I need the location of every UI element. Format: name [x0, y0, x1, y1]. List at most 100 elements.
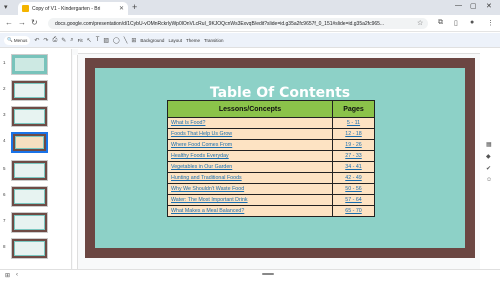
slide-thumbnail[interactable] — [11, 54, 48, 75]
undo-icon[interactable]: ↶ — [34, 37, 39, 44]
bookmark-star-icon[interactable]: ☆ — [417, 19, 423, 27]
calendar-icon[interactable]: ▦ — [486, 141, 492, 148]
menus-search-button[interactable]: 🔍 Menus — [4, 35, 31, 45]
table-row: Foods That Help Us Grow 12 - 18 — [167, 128, 375, 140]
image-icon[interactable]: ▨ — [103, 37, 109, 44]
sidepanel-icon[interactable]: ▯ — [454, 19, 458, 27]
thumbnail-row[interactable]: 1 — [0, 53, 72, 76]
maximize-icon[interactable]: ▢ — [470, 2, 477, 10]
slide-thumbnail[interactable] — [11, 238, 48, 259]
tasks-icon[interactable]: ✔ — [486, 165, 491, 172]
paint-format-icon[interactable]: ✎ — [61, 37, 66, 44]
profile-avatar-icon[interactable]: ● — [470, 19, 474, 26]
comment-icon[interactable]: ⊞ — [131, 37, 136, 44]
thumbnail-row-selected[interactable]: 4 — [0, 131, 72, 154]
tab-close-icon[interactable]: ✕ — [119, 5, 124, 12]
shape-icon[interactable]: ◯ — [113, 37, 120, 44]
new-tab-icon[interactable]: + — [132, 2, 137, 13]
lesson-link[interactable]: Healthy Foods Everyday — [167, 150, 333, 162]
slides-toolbar: 🔍 Menus ↶ ↷ ⎙ ✎ ⌕ Fit ↖ T ▨ ◯ ╲ ⊞ Backgr… — [0, 33, 500, 48]
pages-link[interactable]: 57 - 64 — [332, 194, 375, 206]
pages-link[interactable]: 42 - 49 — [332, 172, 375, 184]
redo-icon[interactable]: ↷ — [43, 37, 48, 44]
pages-link[interactable]: 27 - 33 — [332, 150, 375, 162]
thumbnail-row[interactable]: 6 — [0, 185, 72, 208]
extensions-icon[interactable]: ⧉ — [438, 19, 443, 27]
pages-link[interactable]: 65 - 70 — [332, 205, 375, 217]
horizontal-ruler — [78, 49, 480, 54]
collapse-filmstrip-icon[interactable]: ‹ — [16, 272, 18, 278]
browser-menu-icon[interactable]: ⋮ — [487, 19, 494, 27]
contents-table[interactable]: Lessons/Concepts Pages What Is Food? 5 - … — [167, 100, 375, 217]
thumbnail-row[interactable]: 8 — [0, 237, 72, 260]
table-row: Vegetables in Our Garden 34 - 41 — [167, 161, 375, 173]
lesson-link[interactable]: What Makes a Meal Balanced? — [167, 205, 333, 217]
forward-icon[interactable]: → — [18, 18, 26, 28]
select-icon[interactable]: ↖ — [87, 37, 92, 44]
pages-link[interactable]: 34 - 41 — [332, 161, 375, 173]
slide-thumbnail[interactable] — [11, 212, 48, 233]
header-pages: Pages — [332, 100, 375, 118]
slide-number: 4 — [3, 138, 6, 143]
slide-number: 5 — [3, 166, 6, 171]
zoom-icon[interactable]: ⌕ — [70, 37, 73, 44]
current-slide[interactable]: Table Of Contents Lessons/Concepts Pages… — [85, 58, 475, 258]
pages-link[interactable]: 19 - 26 — [332, 139, 375, 151]
side-panel: ▦ ◆ ✔ ☺ — [480, 49, 500, 269]
lesson-link[interactable]: Why We Shouldn't Waste Food — [167, 183, 333, 195]
lesson-link[interactable]: Where Food Comes From — [167, 139, 333, 151]
tab-bar: ▾ Copy of V1 - Kindergarten - Bri ✕ + — … — [0, 0, 500, 15]
minimize-icon[interactable]: — — [455, 2, 462, 9]
theme-button[interactable]: Theme — [186, 38, 200, 43]
pages-link[interactable]: 5 - 11 — [332, 117, 375, 129]
url-text: docs.google.com/presentation/d/1CybU-vOM… — [55, 20, 385, 27]
background-button[interactable]: Background — [140, 38, 164, 43]
browser-window: ▾ Copy of V1 - Kindergarten - Bri ✕ + — … — [0, 0, 500, 281]
slide-thumbnail[interactable] — [11, 80, 48, 101]
thumbnail-row[interactable]: 2 — [0, 79, 72, 102]
textbox-icon[interactable]: T — [96, 37, 100, 43]
bottom-bar: ⊞ ‹ — [0, 269, 500, 281]
slide-number: 2 — [3, 86, 6, 91]
thumbnail-row[interactable]: 3 — [0, 105, 72, 128]
contacts-icon[interactable]: ☺ — [486, 177, 492, 183]
zoom-fit-select[interactable]: Fit — [78, 38, 83, 43]
thumbnail-row[interactable]: 7 — [0, 211, 72, 234]
pages-link[interactable]: 50 - 56 — [332, 183, 375, 195]
slide-thumbnail-selected[interactable] — [11, 132, 48, 153]
lesson-link[interactable]: What Is Food? — [167, 117, 333, 129]
slide-number: 1 — [3, 60, 6, 65]
grid-view-icon[interactable]: ⊞ — [5, 272, 10, 279]
lesson-link[interactable]: Water: The Most Important Drink — [167, 194, 333, 206]
speaker-notes-handle[interactable] — [262, 273, 274, 275]
address-bar[interactable]: docs.google.com/presentation/d/1CybU-vOM… — [48, 18, 428, 29]
table-row: Where Food Comes From 19 - 26 — [167, 139, 375, 151]
reload-icon[interactable]: ↻ — [31, 18, 38, 28]
slide-number: 6 — [3, 192, 6, 197]
slide-title[interactable]: Table Of Contents — [95, 85, 465, 101]
transition-button[interactable]: Transition — [204, 38, 224, 43]
print-icon[interactable]: ⎙ — [52, 37, 57, 44]
lesson-link[interactable]: Hunting and Traditional Foods — [167, 172, 333, 184]
thumbnail-row[interactable]: 5 — [0, 159, 72, 182]
layout-button[interactable]: Layout — [168, 38, 182, 43]
table-row: What Is Food? 5 - 11 — [167, 117, 375, 129]
slide-thumbnail[interactable] — [11, 186, 48, 207]
vertical-ruler — [73, 55, 78, 269]
table-header-row: Lessons/Concepts Pages — [167, 100, 375, 118]
lesson-link[interactable]: Foods That Help Us Grow — [167, 128, 333, 140]
active-tab[interactable]: Copy of V1 - Kindergarten - Bri ✕ — [18, 2, 128, 15]
lesson-link[interactable]: Vegetables in Our Garden — [167, 161, 333, 173]
slide-thumbnail[interactable] — [11, 160, 48, 181]
back-icon[interactable]: ← — [5, 18, 13, 28]
pages-link[interactable]: 12 - 18 — [332, 128, 375, 140]
keep-icon[interactable]: ◆ — [486, 153, 491, 160]
tab-search-icon[interactable]: ▾ — [4, 3, 8, 11]
close-window-icon[interactable]: ✕ — [486, 2, 492, 10]
slides-favicon-icon — [22, 5, 29, 12]
header-lessons: Lessons/Concepts — [167, 100, 333, 118]
navigation-bar: ← → ↻ docs.google.com/presentation/d/1Cy… — [0, 15, 500, 32]
line-icon[interactable]: ╲ — [124, 37, 128, 44]
slide-number: 3 — [3, 112, 6, 117]
slide-thumbnail[interactable] — [11, 106, 48, 127]
